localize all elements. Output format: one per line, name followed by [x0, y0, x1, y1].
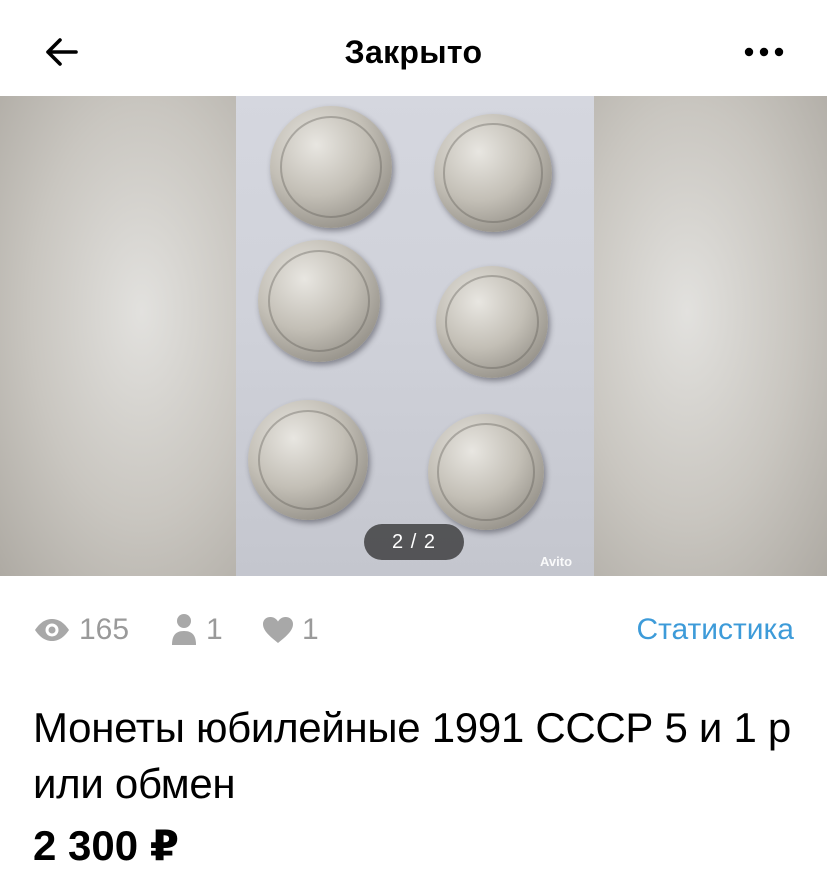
heart-icon	[263, 617, 293, 643]
contacts-count: 1	[206, 613, 223, 646]
coin-image	[270, 106, 392, 228]
eye-icon	[35, 619, 69, 641]
views-count: 165	[79, 613, 130, 646]
contacts-stat: 1	[170, 600, 223, 660]
coin-image	[248, 400, 368, 520]
favorites-count: 1	[302, 613, 319, 646]
statistics-link[interactable]: Статистика	[636, 600, 794, 660]
coin-image	[428, 414, 544, 530]
person-icon	[172, 614, 196, 645]
coin-image	[434, 114, 552, 232]
coin-image	[258, 240, 380, 362]
gallery-blur-right	[594, 96, 827, 576]
listing-price: 2 300 ₽	[33, 822, 179, 869]
listing-title: Монеты юбилейные 1991 СССР 5 и 1 р или о…	[33, 704, 791, 807]
photo-gallery[interactable]: Avito 2 / 2	[0, 96, 827, 576]
photo-counter: 2 / 2	[364, 524, 464, 560]
coin-image	[436, 266, 548, 378]
page-title: Закрыто	[344, 34, 483, 70]
views-stat: 165	[33, 600, 129, 660]
more-dots-icon	[744, 47, 784, 57]
gallery-blur-left	[0, 96, 236, 576]
top-bar: Закрыто	[0, 0, 827, 96]
more-button[interactable]	[739, 30, 789, 74]
listing-photo[interactable]	[236, 96, 594, 576]
favorites-stat: 1	[262, 600, 319, 660]
avito-watermark: Avito	[540, 554, 573, 569]
stats-row: 165 1 1 Статистика	[0, 600, 827, 660]
